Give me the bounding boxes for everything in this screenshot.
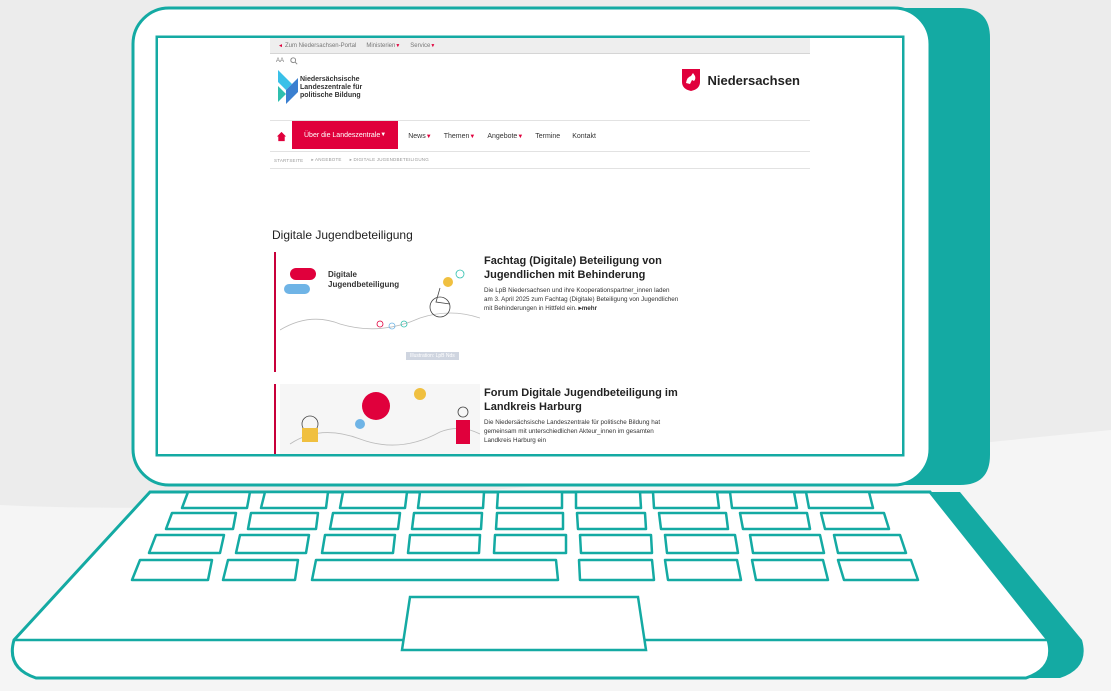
state-logo[interactable]: Niedersachsen xyxy=(681,68,800,92)
breadcrumb-home[interactable]: STARTSEITE xyxy=(274,158,303,163)
caret-down-icon: ▼ xyxy=(430,42,436,49)
caret-down-icon: ▼ xyxy=(395,42,401,49)
org-name[interactable]: Niedersächsische Landeszentrale für poli… xyxy=(300,76,410,100)
nav-item-news[interactable]: News▼ xyxy=(408,133,431,140)
lpb-logo-icon[interactable] xyxy=(276,66,300,106)
home-link[interactable] xyxy=(270,121,292,151)
image-caption: Illustration: LpB Nds xyxy=(406,352,459,360)
more-link[interactable]: ▸mehr xyxy=(579,305,598,312)
article-title[interactable]: Forum Digitale Jugendbeteiligung im Land… xyxy=(484,386,684,414)
nav-item-offers[interactable]: Angebote▼ xyxy=(487,133,523,140)
breadcrumb-offers[interactable]: ▸ ANGEBOTE xyxy=(311,157,341,163)
caret-down-icon: ▼ xyxy=(517,133,524,140)
ministries-menu[interactable]: Ministerien▼ xyxy=(366,43,400,49)
laptop-screen: ◄ Zum Niedersachsen-Portal Ministerien▼ S… xyxy=(158,38,902,454)
article-teaser-text: Die LpB Niedersachsen und ihre Kooperati… xyxy=(484,287,679,312)
arrow-left-icon: ◄ xyxy=(278,42,283,49)
article-teaser: Forum Digitale Jugendbeteiligung im Land… xyxy=(274,384,678,454)
page-title: Digitale Jugendbeteiligung xyxy=(272,228,413,242)
breadcrumb: STARTSEITE ▸ ANGEBOTE ▸ DIGITALE JUGENDB… xyxy=(270,152,810,169)
nav-item-topics[interactable]: Themen▼ xyxy=(444,133,476,140)
breadcrumb-current: ▸ DIGITALE JUGENDBETEILIGUNG xyxy=(349,157,429,162)
home-icon xyxy=(276,131,286,141)
portal-link[interactable]: ◄ Zum Niedersachsen-Portal xyxy=(278,43,356,49)
illustration-text: Digitale Jugendbeteiligung xyxy=(328,270,400,289)
header-logos: Niedersächsische Landeszentrale für poli… xyxy=(270,68,810,120)
article-teaser-text: Die Niedersächsische Landeszentrale für … xyxy=(484,419,661,444)
caret-down-icon: ▼ xyxy=(380,132,387,138)
article-title[interactable]: Fachtag (Digitale) Beteiligung von Jugen… xyxy=(484,254,684,282)
font-size-toggle[interactable]: AA xyxy=(276,58,284,64)
horse-crest-icon xyxy=(681,69,700,91)
article-accent-bar xyxy=(274,252,276,372)
article-teaser: Digitale Jugendbeteiligung Illustration:… xyxy=(274,252,678,372)
service-menu[interactable]: Service▼ xyxy=(410,43,435,49)
nav-item-about[interactable]: Über die Landeszentrale ▼ xyxy=(292,121,399,149)
caret-down-icon: ▼ xyxy=(425,133,432,140)
caret-down-icon: ▼ xyxy=(469,133,476,140)
top-service-bar: ◄ Zum Niedersachsen-Portal Ministerien▼ S… xyxy=(270,38,810,54)
main-navigation: Über die Landeszentrale ▼ News▼ Themen▼ A… xyxy=(270,120,810,152)
search-icon[interactable] xyxy=(290,57,298,65)
article-illustration[interactable] xyxy=(280,384,480,454)
nav-item-dates[interactable]: Termine xyxy=(535,133,560,140)
tool-bar: AA xyxy=(270,54,810,68)
website: ◄ Zum Niedersachsen-Portal Ministerien▼ S… xyxy=(270,38,810,454)
article-illustration[interactable] xyxy=(280,252,480,362)
nav-item-contact[interactable]: Kontakt xyxy=(572,133,596,140)
article-accent-bar xyxy=(274,384,276,454)
